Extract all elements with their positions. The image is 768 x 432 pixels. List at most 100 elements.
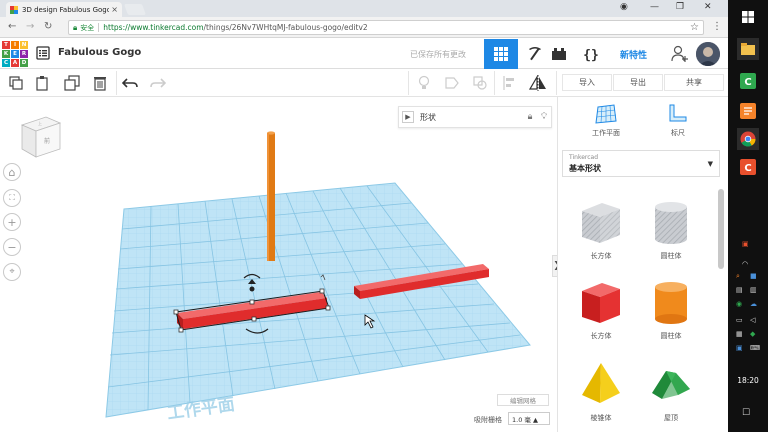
ruler-tool[interactable]: 标尺 [648, 103, 708, 138]
forward-icon[interactable]: → [26, 21, 34, 32]
group-button[interactable] [442, 73, 462, 93]
workplane-tool[interactable]: 工作平面 [576, 103, 636, 138]
duplicate-button[interactable] [62, 73, 82, 93]
codeblocks-button[interactable]: {} [574, 39, 608, 69]
light-bulb-button[interactable] [414, 73, 434, 93]
window-close-icon[interactable]: ✕ [704, 2, 712, 12]
shape-cylinder-hole[interactable]: 圆柱体 [636, 197, 706, 261]
tray-sync-icon[interactable]: ◉ [736, 300, 742, 308]
notes-icon [740, 103, 756, 119]
design-title[interactable]: Fabulous Gogo [58, 47, 141, 58]
group-icon [445, 77, 459, 89]
3d-scene[interactable]: 工作平面 [0, 97, 556, 432]
add-user-icon[interactable] [670, 44, 690, 64]
copy-button[interactable] [6, 73, 26, 93]
undo-button[interactable] [120, 73, 140, 93]
minimize-icon[interactable]: — [650, 2, 659, 12]
avatar[interactable] [696, 42, 720, 66]
box-icon [582, 283, 620, 323]
tab-title: 3D design Fabulous Gogo [22, 5, 110, 14]
tab-close-icon[interactable]: × [111, 5, 118, 14]
tray-cloud-icon[interactable]: ☁ [750, 300, 757, 308]
taskbar-app-explorer[interactable] [737, 38, 759, 60]
recorder-icon: C [740, 159, 756, 175]
new-features-link[interactable]: 新特性 [620, 48, 647, 61]
start-button[interactable] [737, 6, 759, 28]
delete-button[interactable] [90, 73, 110, 93]
shape-box[interactable]: 长方体 [566, 277, 636, 341]
panel-scrollbar[interactable] [718, 189, 724, 269]
taskbar-app-notes[interactable] [737, 100, 759, 122]
taskbar-clock[interactable]: 18:20 [728, 376, 768, 385]
tray-app-icon[interactable]: ▣ [742, 240, 749, 248]
bricks-button[interactable] [542, 39, 576, 69]
trash-icon [94, 77, 106, 91]
expand-caret-icon[interactable]: ▶ [402, 111, 414, 123]
reload-icon[interactable]: ↻ [44, 21, 52, 32]
browser-tab[interactable]: 3D design Fabulous Gogo × [6, 2, 122, 17]
workplane-viewport[interactable]: 工作平面 前 上 ⌂ ⛶ + − ⌖ ▶ 形状 🔒︎ 💡︎ 编辑网格 吸附栅格 … [0, 97, 556, 432]
shape-roof[interactable]: 屋顶 [636, 359, 706, 423]
url-field[interactable]: 🔒︎ 安全 https://www.tinkercad.com/things/2… [68, 20, 704, 35]
perspective-button[interactable]: ⌖ [3, 263, 21, 281]
tray-shield-icon[interactable]: ◆ [750, 330, 755, 338]
orange-cylinder-shape[interactable] [267, 131, 275, 261]
view-cube[interactable]: 前 上 [16, 113, 64, 161]
shape-inspector[interactable]: ▶ 形状 🔒︎ 💡︎ [398, 106, 552, 128]
taskbar-app-camtasia-recorder[interactable]: C [737, 156, 759, 178]
wifi-icon[interactable]: ◠ [742, 260, 748, 268]
tray-ime-icon[interactable]: ⌨ [750, 344, 760, 352]
tray-search-icon[interactable]: ⌕ [736, 272, 740, 281]
taskbar-app-camtasia[interactable]: C [737, 70, 759, 92]
design-list-icon[interactable] [36, 46, 50, 60]
share-button[interactable]: 共享 [664, 74, 724, 91]
category-name: 基本形状 [569, 164, 601, 173]
back-icon[interactable]: ← [8, 21, 16, 32]
tray-battery-icon[interactable]: ▭ [736, 316, 743, 324]
svg-text:C: C [744, 163, 751, 174]
zoom-out-button[interactable]: − [3, 238, 21, 256]
lock-icon[interactable]: 🔒︎ [523, 112, 537, 122]
tray-bluetooth-icon[interactable]: ■ [750, 272, 757, 280]
lock-icon: 🔒︎ [73, 22, 78, 32]
category-source: Tinkercad [569, 154, 599, 161]
home-view-button[interactable]: ⌂ [3, 163, 21, 181]
zoom-out-icon: − [7, 240, 17, 254]
notification-center-icon[interactable]: ☐ [742, 408, 750, 418]
shape-category-select[interactable]: Tinkercad 基本形状 ▼ [562, 150, 720, 177]
edit-grid-button[interactable]: 编辑网格 [497, 394, 549, 406]
shape-pyramid[interactable]: 棱锥体 [566, 359, 636, 423]
zoom-in-button[interactable]: + [3, 213, 21, 231]
restore-icon[interactable]: ❐ [676, 2, 684, 12]
new-tab-button[interactable] [123, 4, 147, 15]
shape-cylinder[interactable]: 圆柱体 [636, 277, 706, 341]
tray-monitor-icon[interactable]: ▣ [736, 344, 743, 352]
paste-button[interactable] [32, 73, 52, 93]
shape-box-hole[interactable]: 长方体 [566, 197, 636, 261]
folder-icon [741, 43, 755, 55]
tray-volume-icon[interactable]: ◁ [750, 316, 755, 324]
url-text: https://www.tinkercad.com/things/26Nv7WH… [103, 23, 368, 32]
bookmark-star-icon[interactable]: ☆ [690, 22, 699, 33]
export-button[interactable]: 导出 [613, 74, 663, 91]
tray-display-icon[interactable]: ▤ [736, 286, 743, 294]
import-button[interactable]: 导入 [562, 74, 612, 91]
fit-view-button[interactable]: ⛶ [3, 189, 21, 207]
bulb-icon[interactable]: 💡︎ [537, 112, 551, 122]
ungroup-button[interactable] [470, 73, 490, 93]
profile-icon[interactable]: ◉ [620, 2, 628, 12]
user-avatar-icon [696, 42, 720, 66]
tray-keyboard-icon[interactable]: ▦ [736, 330, 743, 338]
dropdown-caret-icon: ▼ [707, 160, 713, 168]
3d-view-button[interactable] [484, 39, 518, 69]
redo-button[interactable] [148, 73, 168, 93]
tray-network-icon[interactable]: ▥ [750, 286, 757, 294]
tinkercad-logo[interactable]: T I N K E R C A D [2, 41, 28, 67]
snap-grid-select[interactable]: 1.0 毫 ▲ [508, 412, 550, 425]
bulb-icon [418, 75, 430, 89]
align-button[interactable] [500, 73, 520, 93]
menu-icon[interactable]: ⋮ [712, 21, 722, 32]
taskbar-app-chrome[interactable] [737, 128, 759, 150]
viewcube-face-label: 前 [44, 137, 50, 145]
mirror-button[interactable] [528, 73, 548, 93]
